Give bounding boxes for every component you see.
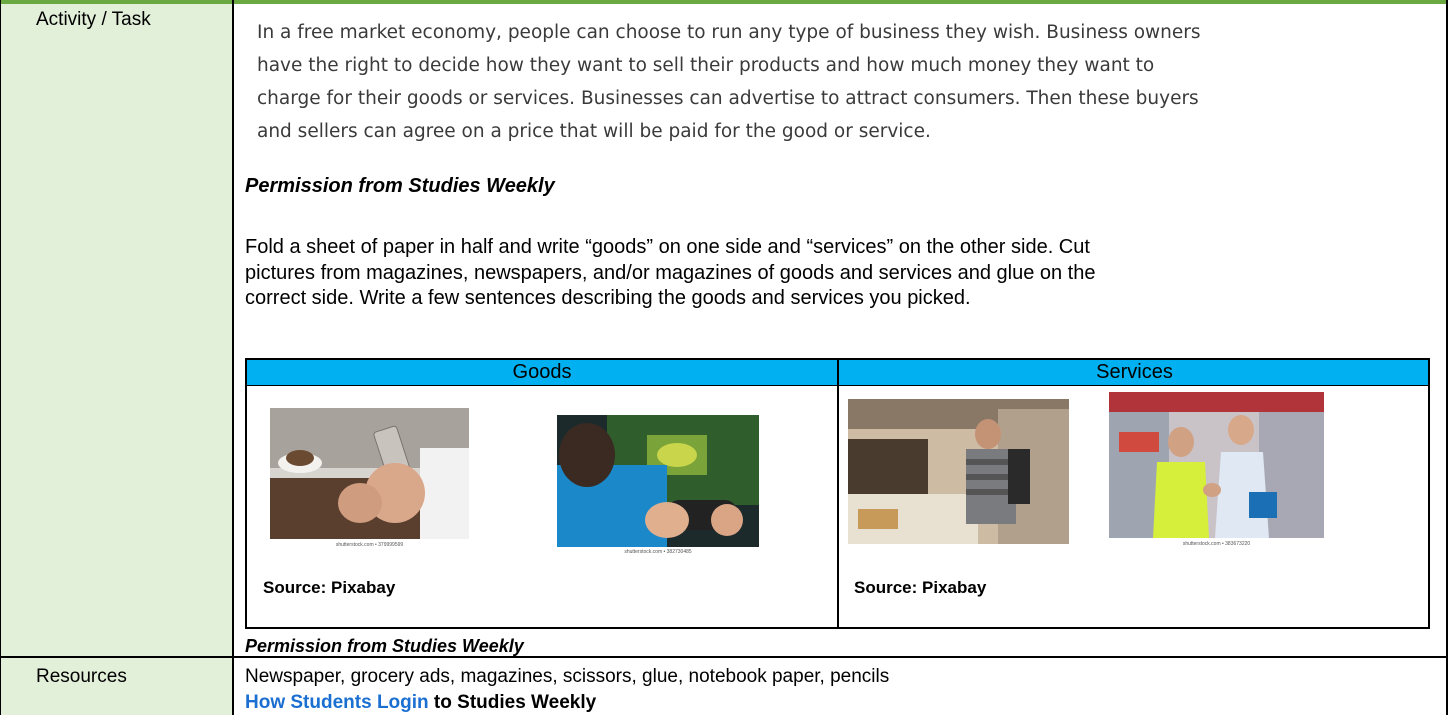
goods-source: Source: Pixabay: [263, 578, 396, 597]
activity-task-label: Activity / Task: [36, 9, 151, 30]
passage-line: In a free market economy, people can cho…: [257, 22, 1201, 43]
permission-note: Permission from Studies Weekly: [245, 175, 555, 197]
photo-caption: shutterstock.com • 382730485: [624, 549, 692, 555]
permission-note: Permission from Studies Weekly: [245, 636, 524, 656]
goods-services-table: Goods Services shutterstock.com • 379999…: [245, 358, 1430, 629]
resources-label: Resources: [36, 666, 127, 687]
services-source: Source: Pixabay: [854, 578, 987, 597]
passage-line: and sellers can agree on a price that wi…: [257, 121, 931, 142]
table-column-divider: [837, 360, 839, 627]
how-students-login-link[interactable]: How Students Login: [245, 692, 429, 713]
photo-caption: shutterstock.com • 379999599: [335, 542, 404, 548]
goods-header: Goods: [512, 361, 572, 383]
services-header: Services: [1096, 361, 1173, 383]
reading-passage: In a free market economy, people can cho…: [257, 16, 1427, 148]
login-line: How Students Login to Studies Weekly: [245, 692, 596, 714]
instruction-line: pictures from magazines, newspapers, and…: [245, 261, 1096, 284]
label-column: [0, 4, 232, 715]
row-divider: [0, 656, 1448, 658]
outer-left-border: [0, 0, 1, 715]
instruction-line: correct side. Write a few sentences desc…: [245, 287, 971, 309]
photo-caption: shutterstock.com • 383673220: [1182, 541, 1251, 547]
phone-photo: [270, 408, 469, 539]
warehouse-photo: [1109, 392, 1324, 538]
passage-line: have the right to decide how they want t…: [257, 55, 1155, 76]
instruction-line: Fold a sheet of paper in half and write …: [245, 236, 1090, 258]
column-divider: [232, 0, 234, 715]
store-photo: [848, 399, 1069, 544]
passage-line: charge for their goods or services. Busi…: [257, 88, 1199, 109]
gaming-photo: [557, 415, 759, 547]
activity-instructions: Fold a sheet of paper in half and write …: [245, 235, 1430, 312]
resources-list: Newspaper, grocery ads, magazines, sciss…: [245, 666, 890, 687]
login-line-text: to Studies Weekly: [428, 692, 597, 713]
